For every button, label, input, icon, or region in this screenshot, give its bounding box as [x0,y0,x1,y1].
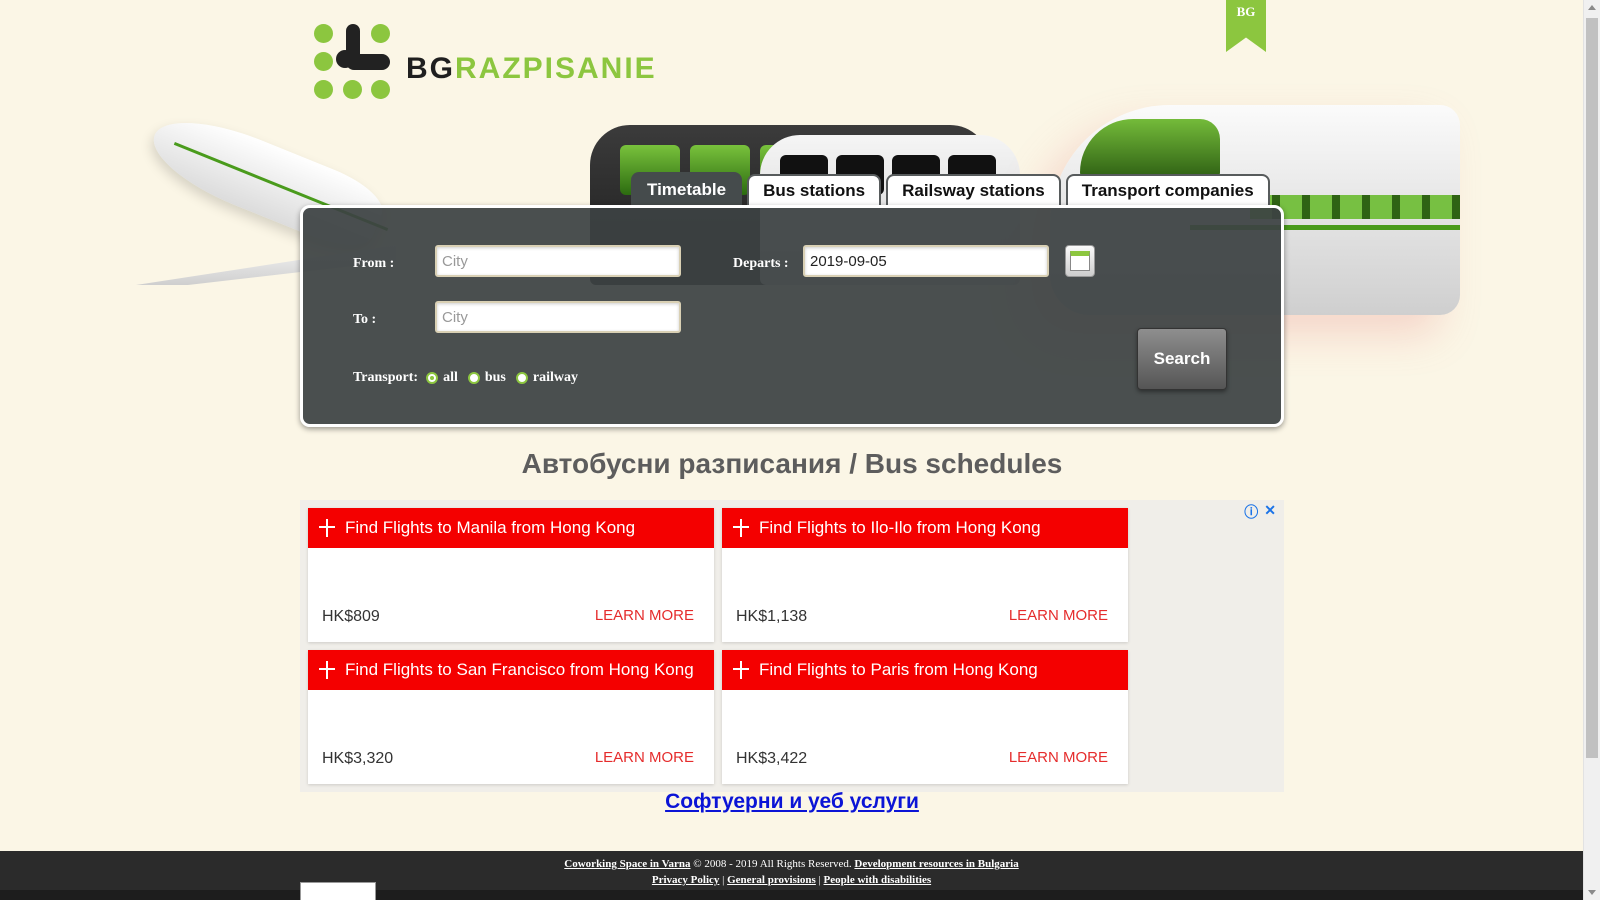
logo-text-bg: BG [406,52,455,85]
footer-general-link[interactable]: General provisions [727,874,816,886]
ad-learn-more[interactable]: LEARN MORE [1009,749,1108,766]
footer-separator: | [719,874,728,886]
logo-text-razpisanie: RAZPISANIE [455,52,657,85]
to-label: To : [353,312,377,327]
airplane-icon [318,519,336,537]
airplane-icon [318,661,336,679]
departs-date-input[interactable]: 2019-09-05 [803,245,1049,277]
radio-railway[interactable] [515,372,528,384]
calendar-icon [1070,251,1090,271]
logo-text: BGRAZPISANIE [406,54,657,84]
main-tabs: Timetable Bus stations Railsway stations… [631,172,1270,206]
ad-title[interactable]: Find Flights to Manila from Hong Kong [345,518,635,538]
ad-card[interactable]: Find Flights to Manila from Hong Kong HK… [308,508,714,642]
transport-options: Transport: all bus railway [353,370,588,386]
ad-container: ⓘ ✕ Find Flights to Manila from Hong Kon… [300,500,1284,792]
transport-option-railway[interactable]: railway [515,370,578,386]
search-panel: From : City To : City Departs : 2019-09-… [300,205,1284,427]
page-title: Автобусни разписания / Bus schedules [521,448,1063,479]
ad-controls: ⓘ ✕ [1244,502,1276,522]
footer-dev-resources-link[interactable]: Development resources in Bulgaria [854,858,1018,870]
scroll-down-icon[interactable] [1588,890,1596,895]
footer-line-1: Coworking Space in Varna © 2008 - 2019 A… [0,856,1583,872]
footer-line-2: Privacy Policy | General provisions | Pe… [0,872,1583,888]
footer-tab-stub[interactable] [300,882,376,900]
scroll-up-icon[interactable] [1588,5,1596,10]
ad-price: HK$809 [322,608,380,625]
transport-option-bus[interactable]: bus [467,370,506,386]
calendar-button[interactable] [1065,245,1095,277]
footer: Coworking Space in Varna © 2008 - 2019 A… [0,851,1583,900]
from-city-input[interactable]: City [435,245,681,277]
transport-option-bus-label: bus [484,370,506,385]
transport-option-all[interactable]: all [426,370,458,386]
from-label: From : [353,256,395,271]
ad-learn-more[interactable]: LEARN MORE [595,607,694,624]
footer-disabilities-link[interactable]: People with disabilities [824,874,932,886]
search-button[interactable]: Search [1137,328,1227,390]
scrollbar-thumb[interactable] [1586,18,1598,758]
footer-bottom-strip [0,890,1583,900]
ad-price: HK$3,320 [322,750,394,767]
ad-learn-more[interactable]: LEARN MORE [1009,607,1108,624]
footer-privacy-link[interactable]: Privacy Policy [652,874,720,886]
ad-price: HK$1,138 [736,608,808,625]
ad-price: HK$3,422 [736,750,808,767]
tab-timetable[interactable]: Timetable [631,172,743,206]
footer-copyright: © 2008 - 2019 All Rights Reserved. [690,858,855,870]
ad-card[interactable]: Find Flights to San Francisco from Hong … [308,650,714,784]
radio-all[interactable] [426,372,439,384]
footer-coworking-link[interactable]: Coworking Space in Varna [564,858,690,870]
airplane-icon [732,519,750,537]
footer-separator: | [815,874,824,886]
tab-railway-stations[interactable]: Railsway stations [886,174,1061,206]
ad-card[interactable]: Find Flights to Ilo-Ilo from Hong Kong H… [722,508,1128,642]
ad-close-icon[interactable]: ✕ [1264,502,1276,522]
web-services-link[interactable]: Софтуерни и уеб услуги [300,790,1284,814]
transport-label: Transport: [353,370,419,385]
ad-title[interactable]: Find Flights to San Francisco from Hong … [345,660,694,680]
tab-transport-companies[interactable]: Transport companies [1065,174,1270,206]
to-city-input[interactable]: City [435,301,681,333]
ad-title[interactable]: Find Flights to Paris from Hong Kong [759,660,1038,680]
language-switch-bg[interactable]: BG [1226,0,1266,52]
transport-option-railway-label: railway [532,370,578,385]
tab-bus-stations[interactable]: Bus stations [747,174,882,206]
departs-label: Departs : [733,256,789,271]
airplane-icon [732,661,750,679]
ad-info-icon[interactable]: ⓘ [1244,502,1258,522]
transport-option-all-label: all [443,370,458,385]
ad-learn-more[interactable]: LEARN MORE [595,749,694,766]
radio-bus[interactable] [467,372,480,384]
ad-card[interactable]: Find Flights to Paris from Hong Kong HK$… [722,650,1128,784]
ad-title[interactable]: Find Flights to Ilo-Ilo from Hong Kong [759,518,1041,538]
vertical-scrollbar[interactable] [1583,0,1600,900]
